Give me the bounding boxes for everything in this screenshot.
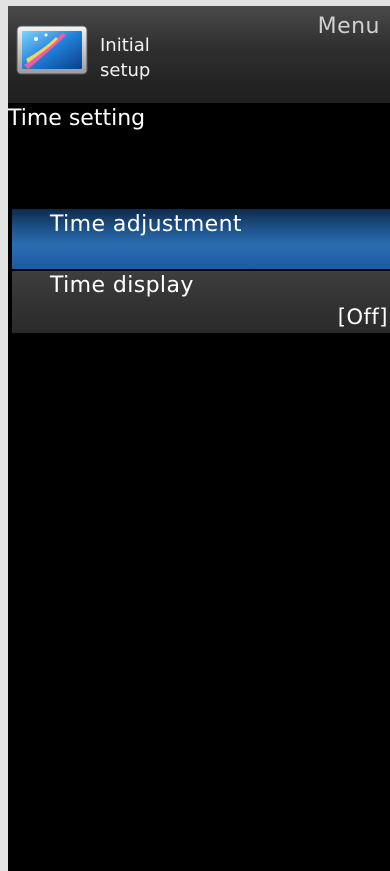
- menu-title: Menu: [317, 14, 380, 39]
- menu-item-label: Time adjustment: [50, 212, 242, 237]
- header-label-line1: Initial: [100, 35, 150, 56]
- tv-menu-screen: Initial setup Menu Time setting Time adj…: [8, 6, 390, 871]
- menu-header: Initial setup Menu: [8, 6, 390, 103]
- menu-list: Time adjustment Time display [Off]: [12, 209, 390, 333]
- menu-item-label: Time display: [50, 273, 194, 298]
- section-title: Time setting: [8, 106, 146, 131]
- header-label-line2: setup: [100, 60, 151, 81]
- menu-item-time-adjustment[interactable]: Time adjustment: [12, 209, 390, 269]
- menu-item-value: [Off]: [337, 305, 388, 329]
- menu-item-time-display[interactable]: Time display [Off]: [12, 271, 390, 333]
- header-label: Initial setup: [100, 33, 150, 83]
- tv-setup-icon: [16, 25, 88, 77]
